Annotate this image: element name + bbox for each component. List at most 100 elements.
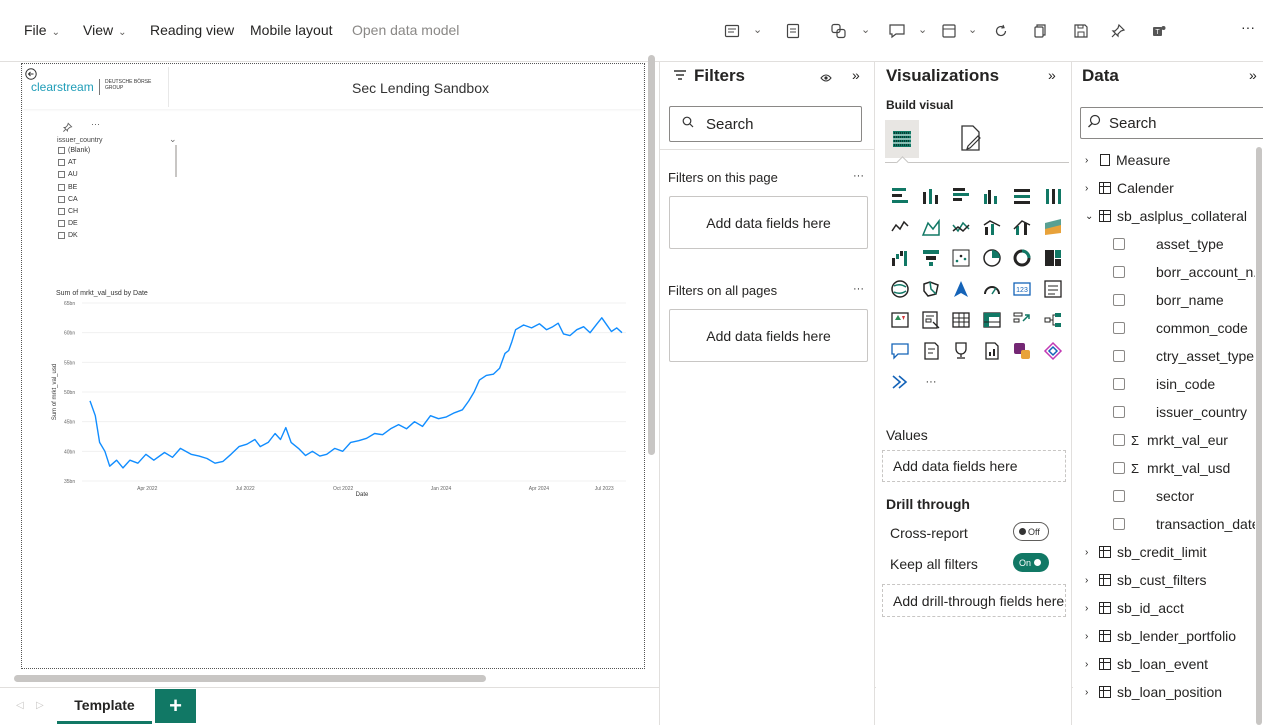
field-common-code[interactable]: common_code <box>1113 320 1248 336</box>
line-chart-icon[interactable] <box>890 217 910 237</box>
reading-view-button[interactable]: Reading view <box>150 22 234 38</box>
slicer-item[interactable]: (Blank) <box>58 147 90 154</box>
field-sector[interactable]: sector <box>1113 488 1194 504</box>
slicer-checkbox[interactable] <box>58 220 65 228</box>
table-sb-loan-position[interactable]: › sb_loan_position <box>1085 684 1222 700</box>
next-page-icon[interactable]: ▷ <box>36 700 44 711</box>
slicer-scrollbar[interactable] <box>175 145 177 177</box>
pin-icon[interactable] <box>1107 20 1129 42</box>
chevron-down-icon[interactable]: ⌄ <box>968 23 977 36</box>
field-checkbox[interactable] <box>1113 322 1125 334</box>
cross-report-toggle[interactable]: Off <box>1013 522 1049 541</box>
chevron-down-icon[interactable]: ⌄ <box>918 23 927 36</box>
table-sb-cust-filters[interactable]: › sb_cust_filters <box>1085 572 1206 588</box>
share-link-icon[interactable] <box>828 20 850 42</box>
stacked-column-icon[interactable] <box>921 186 941 206</box>
slicer-icon[interactable] <box>921 310 941 330</box>
line-column-icon[interactable] <box>982 217 1002 237</box>
chevron-right-icon[interactable]: › <box>1085 183 1095 194</box>
table-sb-aslplus-collateral[interactable]: ⌄ sb_aslplus_collateral <box>1085 208 1247 224</box>
report-page[interactable]: clearstream DEUTSCHE BÖRSE GROUP Sec Len… <box>21 63 645 669</box>
field-transaction-date[interactable]: transaction_date <box>1113 516 1255 532</box>
format-visual-icon[interactable] <box>959 124 983 157</box>
collapse-filters-icon[interactable]: » <box>852 67 860 83</box>
more-options-icon[interactable]: ··· <box>853 170 864 182</box>
eye-icon[interactable] <box>820 70 832 88</box>
field-mrkt-val-usd[interactable]: Σmrkt_val_usd <box>1113 460 1230 476</box>
table-icon[interactable] <box>951 310 971 330</box>
values-well[interactable]: Add data fields here <box>882 450 1066 482</box>
save-icon[interactable] <box>1070 20 1092 42</box>
custom-visual-icon[interactable] <box>890 372 910 392</box>
add-page-button[interactable]: + <box>155 689 196 723</box>
smart-narrative-icon[interactable] <box>721 20 743 42</box>
table-sb-loan-event[interactable]: › sb_loan_event <box>1085 656 1208 672</box>
kpi-icon[interactable] <box>890 310 910 330</box>
field-ctry-asset-type[interactable]: ctry_asset_type <box>1113 348 1254 364</box>
percent-column-icon[interactable] <box>1043 186 1063 206</box>
field-isin-code[interactable]: isin_code <box>1113 376 1215 392</box>
view-menu[interactable]: View ⌄ <box>83 22 126 38</box>
key-influencers-icon[interactable] <box>1012 310 1032 330</box>
stacked-bar-icon[interactable] <box>890 186 910 206</box>
chevron-right-icon[interactable]: › <box>1085 659 1095 670</box>
chevron-right-icon[interactable]: › <box>1085 631 1095 642</box>
field-checkbox[interactable] <box>1113 490 1125 502</box>
back-arrow-icon[interactable] <box>25 67 37 80</box>
tab-template[interactable]: Template <box>57 688 152 724</box>
line-chart[interactable]: 65bn 60bn 55bn 50bn 45bn 40bn 35bn Apr 2022 Jul … <box>42 299 640 499</box>
table-calender[interactable]: › Calender <box>1085 180 1174 196</box>
horizontal-scrollbar[interactable] <box>14 675 486 682</box>
field-mrkt-val-eur[interactable]: Σmrkt_val_eur <box>1113 432 1228 448</box>
slicer-more-icon[interactable]: ··· <box>91 119 100 129</box>
field-checkbox[interactable] <box>1113 350 1125 362</box>
chevron-right-icon[interactable]: › <box>1085 155 1095 166</box>
chevron-right-icon[interactable]: › <box>1085 687 1095 698</box>
waterfall-icon[interactable] <box>890 248 910 268</box>
chevron-right-icon[interactable]: › <box>1085 603 1095 614</box>
slicer-item[interactable]: BE <box>58 183 77 191</box>
power-apps-icon[interactable] <box>1012 341 1032 361</box>
area-chart-icon[interactable] <box>921 217 941 237</box>
chevron-right-icon[interactable]: › <box>1085 547 1095 558</box>
add-report-filter-well[interactable]: Add data fields here <box>669 309 868 362</box>
slicer-item[interactable]: CA <box>58 195 78 203</box>
matrix-icon[interactable] <box>982 310 1002 330</box>
field-checkbox[interactable] <box>1113 406 1125 418</box>
table-sb-id-acct[interactable]: › sb_id_acct <box>1085 600 1184 616</box>
notes-icon[interactable] <box>782 20 804 42</box>
line-clustered-icon[interactable] <box>1012 217 1032 237</box>
filters-search-input[interactable]: Search <box>669 106 862 142</box>
chevron-down-icon[interactable]: ⌄ <box>1085 211 1095 222</box>
gauge-icon[interactable] <box>982 279 1002 299</box>
chevron-right-icon[interactable]: › <box>1085 575 1095 586</box>
keep-all-filters-toggle[interactable]: On <box>1013 553 1049 572</box>
qa-icon[interactable] <box>890 341 910 361</box>
map-icon[interactable] <box>890 279 910 299</box>
more-visuals-icon[interactable]: ··· <box>921 372 941 392</box>
refresh-icon[interactable] <box>990 20 1012 42</box>
slicer-checkbox[interactable] <box>58 171 65 179</box>
slicer-item[interactable]: DE <box>58 220 78 228</box>
treemap-icon[interactable] <box>1043 248 1063 268</box>
more-options-icon[interactable]: ··· <box>1241 19 1255 35</box>
percent-bar-icon[interactable] <box>1012 186 1032 206</box>
decomposition-tree-icon[interactable] <box>1043 310 1063 330</box>
card-icon[interactable]: 123 <box>1012 279 1032 299</box>
file-menu[interactable]: File ⌄ <box>24 22 60 38</box>
build-visual-tab[interactable] <box>885 120 919 158</box>
add-page-filter-well[interactable]: Add data fields here <box>669 196 868 249</box>
slicer-checkbox[interactable] <box>58 183 65 191</box>
funnel-icon[interactable] <box>921 248 941 268</box>
field-checkbox[interactable] <box>1113 378 1125 390</box>
trophy-icon[interactable] <box>951 341 971 361</box>
donut-chart-icon[interactable] <box>1012 248 1032 268</box>
field-checkbox[interactable] <box>1113 462 1125 474</box>
field-checkbox[interactable] <box>1113 266 1125 278</box>
slicer-checkbox[interactable] <box>58 208 65 215</box>
slicer-checkbox[interactable] <box>58 159 65 167</box>
mobile-layout-button[interactable]: Mobile layout <box>250 22 333 38</box>
multi-row-card-icon[interactable] <box>1043 279 1063 299</box>
drill-through-well[interactable]: Add drill-through fields here <box>882 584 1066 617</box>
field-asset-type[interactable]: asset_type <box>1113 236 1224 252</box>
